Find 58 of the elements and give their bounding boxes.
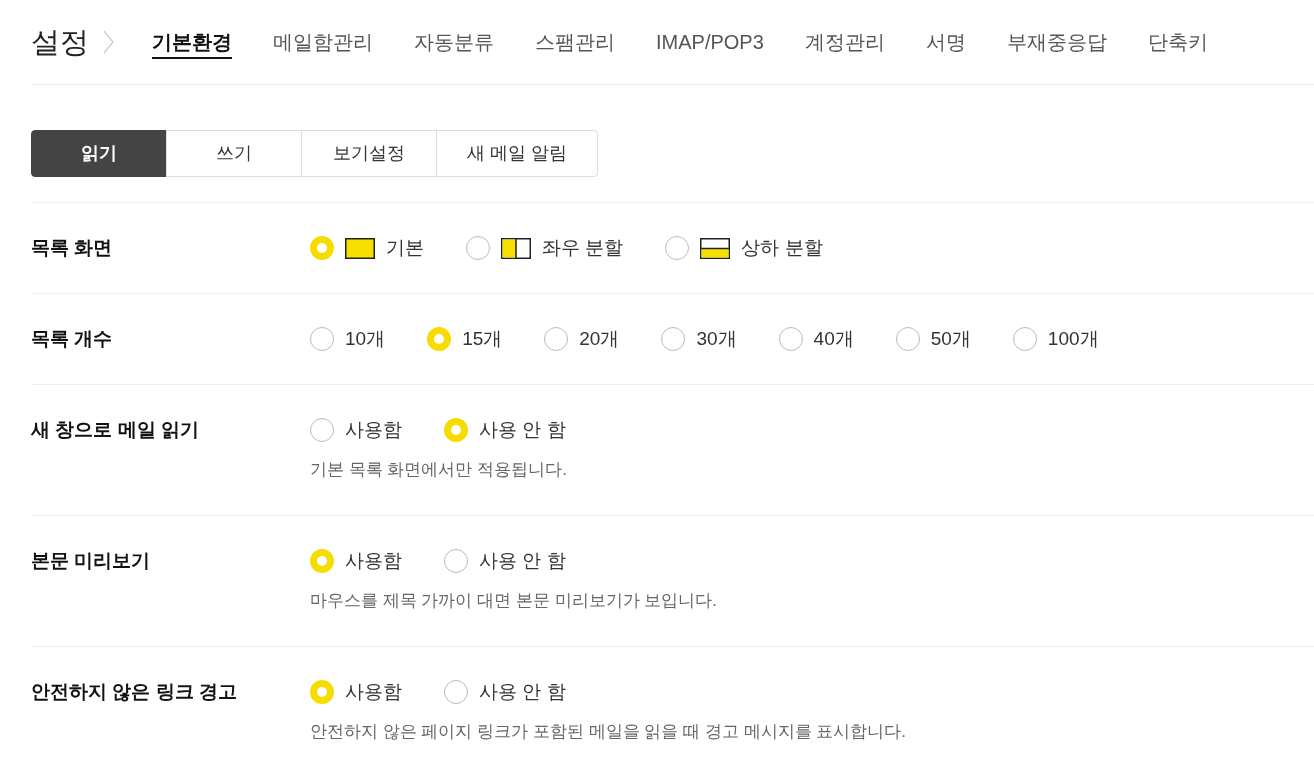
layout-full-icon: [345, 237, 375, 259]
nav-tab[interactable]: 메일함관리: [273, 29, 373, 59]
radio-button[interactable]: [1012, 327, 1037, 351]
radio-label[interactable]: 사용 안 함: [479, 418, 566, 442]
radio-button[interactable]: [310, 680, 334, 704]
radio-label[interactable]: 사용함: [345, 549, 402, 573]
sub-tab[interactable]: 새 메일 알림: [436, 130, 598, 177]
radio-button[interactable]: [310, 236, 334, 260]
sub-tab[interactable]: 쓰기: [166, 130, 302, 177]
setting-label: 목록 개수: [31, 327, 114, 351]
radio-label[interactable]: 상하 분할: [741, 236, 823, 260]
radio-label[interactable]: 기본: [386, 236, 424, 260]
chevron-right-icon: [103, 30, 114, 54]
nav-tab[interactable]: 계정관리: [804, 29, 885, 59]
radio-label[interactable]: 30개: [696, 327, 737, 351]
nav-tab[interactable]: IMAP/POP3: [656, 29, 764, 59]
radio-button[interactable]: [310, 418, 334, 442]
nav-tab[interactable]: 기본환경: [152, 29, 232, 59]
radio-button[interactable]: [444, 418, 468, 442]
setting-label: 본문 미리보기: [31, 549, 152, 573]
help-text: 기본 목록 화면에서만 적용됩니다.: [310, 459, 568, 481]
radio-label[interactable]: 15개: [462, 327, 503, 351]
radio-label[interactable]: 사용 안 함: [479, 549, 566, 573]
help-text: 안전하지 않은 페이지 링크가 포함된 메일을 읽을 때 경고 메시지를 표시합니다.: [310, 721, 907, 743]
radio-button[interactable]: [895, 327, 920, 351]
radio-label[interactable]: 100개: [1047, 327, 1099, 351]
layout-columns-icon: [501, 237, 531, 259]
nav-tab[interactable]: 단축키: [1147, 29, 1208, 59]
radio-button[interactable]: [544, 327, 569, 351]
nav-tab[interactable]: 자동분류: [414, 29, 494, 59]
radio-label[interactable]: 좌우 분할: [542, 236, 624, 260]
radio-label[interactable]: 50개: [930, 327, 971, 351]
radio-button[interactable]: [427, 327, 452, 351]
setting-label: 안전하지 않은 링크 경고: [31, 680, 238, 704]
radio-label[interactable]: 10개: [345, 327, 386, 351]
radio-button[interactable]: [310, 549, 334, 573]
radio-button[interactable]: [310, 327, 334, 351]
setting-label: 목록 화면: [31, 236, 114, 260]
page-title: 설정: [31, 24, 89, 60]
setting-label: 새 창으로 메일 읽기: [31, 418, 200, 442]
layout-rows-icon: [700, 237, 731, 259]
radio-label[interactable]: 사용함: [345, 418, 402, 442]
nav-tab[interactable]: 스팸관리: [535, 29, 615, 59]
nav-tab[interactable]: 부재중응답: [1006, 29, 1107, 59]
radio-button[interactable]: [444, 680, 468, 704]
radio-button[interactable]: [778, 327, 803, 351]
radio-button[interactable]: [466, 236, 490, 260]
radio-label[interactable]: 20개: [579, 327, 620, 351]
nav-tab[interactable]: 서명: [925, 29, 966, 59]
radio-label[interactable]: 40개: [813, 327, 854, 351]
radio-button[interactable]: [444, 549, 468, 573]
radio-label[interactable]: 사용 안 함: [479, 680, 566, 704]
sub-tab[interactable]: 읽기: [31, 130, 167, 177]
sub-tab[interactable]: 보기설정: [301, 130, 437, 177]
radio-button[interactable]: [661, 327, 686, 351]
radio-button[interactable]: [665, 236, 690, 260]
radio-label[interactable]: 사용함: [345, 680, 402, 704]
help-text: 마우스를 제목 가까이 대면 본문 미리보기가 보입니다.: [310, 590, 719, 612]
